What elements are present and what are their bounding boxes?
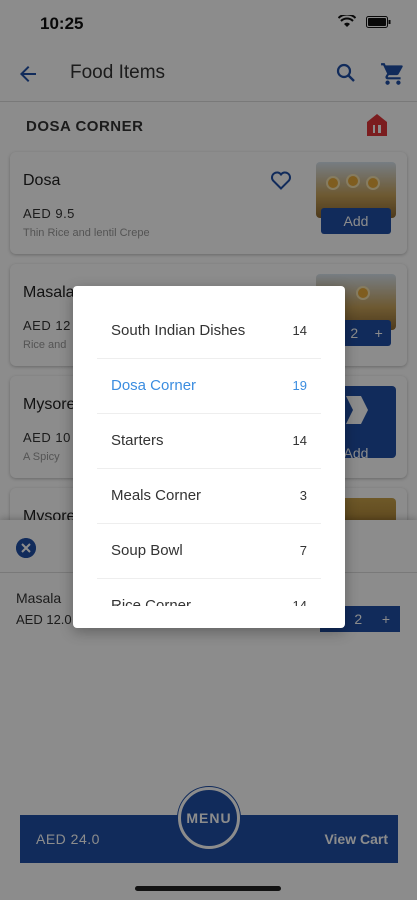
category-item-active[interactable]: Dosa Corner 19 (97, 359, 321, 414)
category-list[interactable]: South Indian Dishes 14 Dosa Corner 19 St… (97, 304, 321, 606)
category-count: 14 (292, 433, 307, 448)
category-count: 14 (292, 323, 307, 338)
category-item[interactable]: Starters 14 (97, 414, 321, 469)
category-count: 7 (299, 543, 307, 558)
category-name: Meals Corner (111, 487, 202, 504)
category-item[interactable]: Rice Corner 14 (97, 579, 321, 606)
category-item[interactable]: Soup Bowl 7 (97, 524, 321, 579)
category-name: Dosa Corner (111, 377, 197, 394)
category-item[interactable]: Meals Corner 3 (97, 469, 321, 524)
category-menu-popup: South Indian Dishes 14 Dosa Corner 19 St… (73, 286, 345, 628)
category-count: 14 (292, 598, 307, 606)
category-name: Starters (111, 432, 164, 449)
category-count: 19 (292, 378, 307, 393)
category-name: South Indian Dishes (111, 322, 246, 339)
category-name: Rice Corner (111, 597, 192, 606)
category-count: 3 (299, 488, 307, 503)
category-item[interactable]: South Indian Dishes 14 (97, 304, 321, 359)
category-name: Soup Bowl (111, 542, 183, 559)
